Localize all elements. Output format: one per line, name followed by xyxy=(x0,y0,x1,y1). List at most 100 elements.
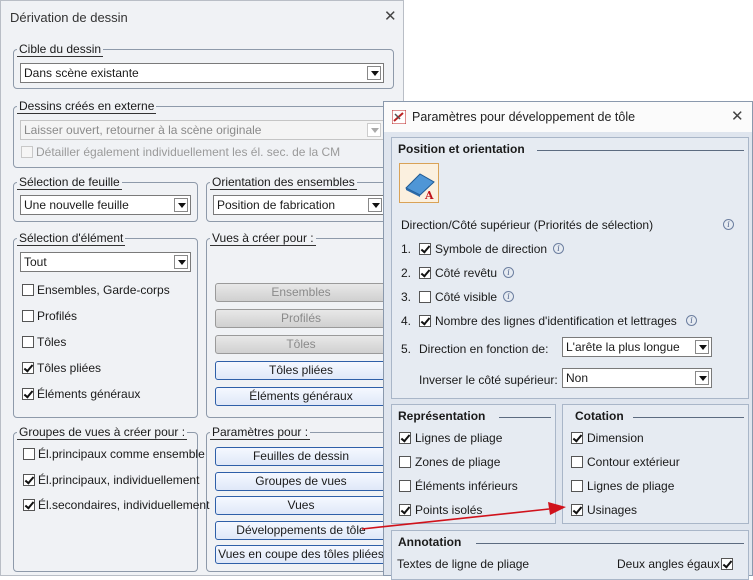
params-group: Paramètres pour : Feuilles de dessin Gro… xyxy=(206,425,391,572)
chevron-down-icon[interactable] xyxy=(174,198,188,212)
views-profiles-button[interactable]: Profilés xyxy=(215,309,387,328)
sheet-combo[interactable]: Une nouvelle feuille xyxy=(20,195,191,215)
external-group: Dessins créés en externe Laisser ouvert,… xyxy=(13,99,394,168)
target-combo[interactable]: Dans scène existante xyxy=(20,63,384,83)
item-3-num: 3. xyxy=(401,290,412,304)
params-feuilles-button[interactable]: Feuilles de dessin xyxy=(215,447,387,466)
title-bar: Dérivation de dessin ✕ xyxy=(1,1,403,33)
chevron-down-icon[interactable] xyxy=(367,66,381,80)
close-icon[interactable]: ✕ xyxy=(731,109,744,124)
params-groupes-vues-button[interactable]: Groupes de vues xyxy=(215,472,387,491)
info-icon[interactable]: i xyxy=(503,267,514,278)
label-lignes-pliage: Lignes de pliage xyxy=(415,431,503,445)
label-principaux-individuel: Él.principaux, individuellement xyxy=(38,473,200,487)
views-group: Vues à créer pour : Ensembles Profilés T… xyxy=(206,231,391,418)
params-vues-coupe-button[interactable]: Vues en coupe des tôles pliées xyxy=(215,545,387,564)
params-vues-button[interactable]: Vues xyxy=(215,496,387,515)
info-icon[interactable]: i xyxy=(503,291,514,302)
derivation-dialog: Dérivation de dessin ✕ Cible du dessin D… xyxy=(0,0,404,576)
direction-func-combo[interactable]: L'arête la plus longue xyxy=(562,337,712,357)
element-combo-value: Tout xyxy=(24,255,47,269)
checkbox-elements-generaux[interactable] xyxy=(22,388,34,400)
checkbox-cote-revetu[interactable] xyxy=(419,267,431,279)
label-cotation-lignes-pliage: Lignes de pliage xyxy=(587,479,675,493)
label-usinages: Usinages xyxy=(587,503,638,517)
checkbox-principaux-individuel[interactable] xyxy=(23,474,35,486)
label-contour-exterieur: Contour extérieur xyxy=(587,455,680,469)
sheet-metal-icon: A xyxy=(405,173,435,202)
sheet-orientation-icon[interactable]: A xyxy=(399,163,439,203)
item-5-num: 5. xyxy=(401,342,412,356)
invert-combo[interactable]: Non xyxy=(562,368,712,388)
orientation-combo-value: Position de fabrication xyxy=(217,198,336,212)
views-elements-generaux-button[interactable]: Éléments généraux xyxy=(215,387,387,406)
orientation-combo[interactable]: Position de fabrication xyxy=(213,195,385,215)
checkbox-zones-pliage[interactable] xyxy=(399,456,411,468)
detail-label: Détailler également individuellement les… xyxy=(36,145,341,159)
checkbox-contour-exterieur[interactable] xyxy=(571,456,583,468)
cotation-header: Cotation xyxy=(575,409,624,423)
label-elements-inferieurs: Éléments inférieurs xyxy=(415,479,518,493)
checkbox-symbole-direction[interactable] xyxy=(419,243,431,255)
checkbox-profiles[interactable] xyxy=(22,310,34,322)
views-group-label: Vues à créer pour : xyxy=(210,231,316,246)
direction-func-value: L'arête la plus longue xyxy=(566,340,680,354)
checkbox-nombre-lignes[interactable] xyxy=(419,315,431,327)
views-toles-button[interactable]: Tôles xyxy=(215,335,387,354)
checkbox-dimension[interactable] xyxy=(571,432,583,444)
checkbox-elements-inferieurs[interactable] xyxy=(399,480,411,492)
label-ensembles: Ensembles, Garde-corps xyxy=(37,283,170,297)
checkbox-deux-angles[interactable] xyxy=(721,558,733,570)
label-elements-generaux: Éléments généraux xyxy=(37,387,141,401)
detail-checkbox[interactable] xyxy=(21,146,33,158)
cotation-group: Cotation Dimension Contour extérieur Lig… xyxy=(562,404,749,524)
item-1-num: 1. xyxy=(401,242,412,256)
app-icon xyxy=(392,110,406,124)
position-orientation-group: Position et orientation A Direction/Côté… xyxy=(391,137,749,399)
params-developpements-button[interactable]: Développements de tôle xyxy=(215,521,387,540)
sheet-development-dialog: Paramètres pour développement de tôle ✕ … xyxy=(383,101,753,580)
checkbox-toles-pliees[interactable] xyxy=(22,362,34,374)
annotation-group: Annotation Textes de ligne de pliage Deu… xyxy=(391,530,749,580)
chevron-down-icon[interactable] xyxy=(695,340,709,354)
checkbox-usinages[interactable] xyxy=(571,504,583,516)
close-icon[interactable]: ✕ xyxy=(384,9,397,24)
params-group-label: Paramètres pour : xyxy=(210,425,311,440)
checkbox-ensembles[interactable] xyxy=(22,284,34,296)
header-divider xyxy=(476,543,744,544)
view-groups-group: Groupes de vues à créer pour : Él.princi… xyxy=(13,425,209,572)
chevron-down-icon[interactable] xyxy=(174,255,188,269)
checkbox-principaux-ensemble[interactable] xyxy=(23,448,35,460)
label-profiles: Profilés xyxy=(37,309,78,323)
views-ensembles-button[interactable]: Ensembles xyxy=(215,283,387,302)
checkbox-points-isoles[interactable] xyxy=(399,504,411,516)
position-header: Position et orientation xyxy=(398,142,525,156)
sheet-group: Sélection de feuille Une nouvelle feuill… xyxy=(13,175,198,222)
label-cote-visible: Côté visible xyxy=(435,290,498,304)
checkbox-cote-visible[interactable] xyxy=(419,291,431,303)
views-toles-pliees-button[interactable]: Tôles pliées xyxy=(215,361,387,380)
element-combo[interactable]: Tout xyxy=(20,252,191,272)
label-symbole-direction: Symbole de direction xyxy=(435,242,548,256)
checkbox-cotation-lignes-pliage[interactable] xyxy=(571,480,583,492)
orientation-group-label: Orientation des ensembles xyxy=(210,175,357,190)
checkbox-secondaires-individuel[interactable] xyxy=(23,499,35,511)
sheet-group-label: Sélection de feuille xyxy=(17,175,122,190)
label-principaux-ensemble: Él.principaux comme ensemble xyxy=(38,447,205,461)
chevron-down-icon[interactable] xyxy=(367,123,381,137)
checkbox-toles[interactable] xyxy=(22,336,34,348)
info-icon[interactable]: i xyxy=(553,243,564,254)
label-points-isoles: Points isolés xyxy=(415,503,483,517)
title-bar: Paramètres pour développement de tôle ✕ xyxy=(384,102,752,132)
svg-text:A: A xyxy=(424,189,434,202)
external-combo[interactable]: Laisser ouvert, retourner à la scène ori… xyxy=(20,120,384,140)
checkbox-lignes-pliage[interactable] xyxy=(399,432,411,444)
chevron-down-icon[interactable] xyxy=(695,371,709,385)
info-icon[interactable]: i xyxy=(723,219,734,230)
representation-header: Représentation xyxy=(398,409,486,423)
label-toles: Tôles xyxy=(37,335,67,349)
label-deux-angles: Deux angles égaux xyxy=(617,557,720,571)
info-icon[interactable]: i xyxy=(686,315,697,326)
chevron-down-icon[interactable] xyxy=(368,198,382,212)
header-divider xyxy=(537,150,744,151)
